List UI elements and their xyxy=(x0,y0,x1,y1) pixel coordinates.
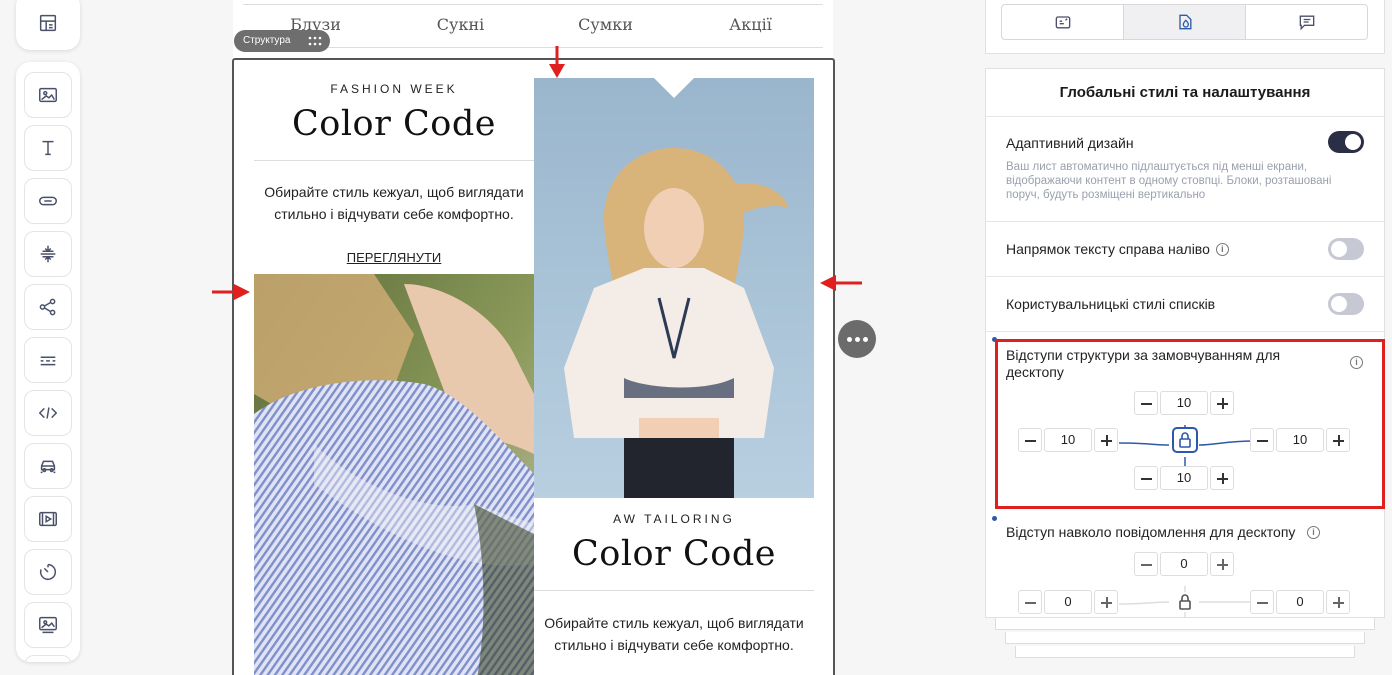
padding-left-value[interactable]: 10 xyxy=(1044,428,1092,452)
padding-top-value[interactable]: 10 xyxy=(1160,391,1208,415)
structure-tag-label: Структура xyxy=(243,35,291,46)
right-headline: Color Code xyxy=(572,534,776,574)
arrow-down-icon xyxy=(549,46,565,78)
increase-button[interactable] xyxy=(1210,391,1234,415)
structure-tag[interactable]: Структура xyxy=(234,30,330,52)
message-padding-block: Відступ навколо повідомлення для десктоп… xyxy=(995,522,1385,618)
more-tools-icon[interactable] xyxy=(24,655,72,662)
decrease-button[interactable] xyxy=(1250,590,1274,614)
structure-padding-top: 10 xyxy=(1134,391,1234,415)
rtl-label: Напрямок тексту справа наліво xyxy=(1006,241,1210,257)
panel-title: Глобальні стилі та налаштування xyxy=(986,69,1384,117)
decrease-button[interactable] xyxy=(1250,428,1274,452)
comments-tab[interactable] xyxy=(1246,5,1367,39)
lock-icon[interactable] xyxy=(1172,589,1198,615)
banner-icon[interactable] xyxy=(24,602,72,648)
panel-stack-edge xyxy=(1005,632,1365,644)
left-divider xyxy=(254,160,534,161)
increase-button[interactable] xyxy=(1210,552,1234,576)
adaptive-label: Адаптивний дизайн xyxy=(1006,135,1134,151)
section-marker xyxy=(992,516,997,521)
car-icon[interactable] xyxy=(24,443,72,489)
increase-button[interactable] xyxy=(1326,590,1350,614)
button-icon[interactable] xyxy=(24,178,72,224)
adaptive-toggle[interactable] xyxy=(1328,131,1364,153)
video-icon[interactable] xyxy=(24,496,72,542)
padding-right-value[interactable]: 10 xyxy=(1276,428,1324,452)
message-padding-top-value[interactable]: 0 xyxy=(1160,552,1208,576)
lists-toggle[interactable] xyxy=(1328,293,1364,315)
message-padding-left: 0 xyxy=(1018,590,1118,614)
arrow-left-icon xyxy=(820,275,862,291)
email-menu-bar: Блузи Сукні Сумки Акції xyxy=(243,4,823,48)
decrease-button[interactable] xyxy=(1018,590,1042,614)
increase-button[interactable] xyxy=(1326,428,1350,452)
divider-icon[interactable] xyxy=(24,337,72,383)
left-kicker: FASHION WEEK xyxy=(330,82,458,96)
left-column[interactable]: FASHION WEEK Color Code Обирайте стиль к… xyxy=(254,60,534,675)
panel-tabs xyxy=(1001,4,1368,40)
tool-rail-top xyxy=(16,0,80,50)
message-padding-left-value[interactable]: 0 xyxy=(1044,590,1092,614)
panel-stack-edge xyxy=(1015,646,1355,658)
left-headline: Color Code xyxy=(292,104,496,144)
increase-button[interactable] xyxy=(1094,428,1118,452)
rtl-toggle[interactable] xyxy=(1328,238,1364,260)
rtl-row: Напрямок тексту справа наліво i xyxy=(986,222,1384,277)
increase-button[interactable] xyxy=(1210,466,1234,490)
blouse-photo[interactable] xyxy=(254,274,534,675)
text-icon[interactable] xyxy=(24,125,72,171)
menu-item[interactable]: Сумки xyxy=(533,5,678,47)
timer-icon[interactable] xyxy=(24,549,72,595)
increase-button[interactable] xyxy=(1094,590,1118,614)
decrease-button[interactable] xyxy=(1134,466,1158,490)
padding-bottom-value[interactable]: 10 xyxy=(1160,466,1208,490)
structure-padding-label: Відступи структури за замовчуванням для … xyxy=(1006,347,1281,380)
left-body-text: Обирайте стиль кежуал, щоб виглядати сти… xyxy=(264,184,524,222)
right-body-text: Обирайте стиль кежуал, щоб виглядати сти… xyxy=(544,615,804,653)
menu-item[interactable]: Сукні xyxy=(388,5,533,47)
structure-padding-right: 10 xyxy=(1250,428,1350,452)
decrease-button[interactable] xyxy=(1134,552,1158,576)
structure-padding-left: 10 xyxy=(1018,428,1118,452)
right-divider xyxy=(534,590,814,591)
message-padding-right: 0 xyxy=(1250,590,1350,614)
lists-label: Користувальницькі стилі списків xyxy=(1006,296,1216,312)
social-icon[interactable] xyxy=(24,284,72,330)
content-tab-icon xyxy=(1055,16,1070,29)
comments-tab-icon xyxy=(1299,15,1314,31)
html-icon[interactable] xyxy=(24,390,72,436)
lock-icon[interactable] xyxy=(1172,427,1198,453)
arrow-right-icon xyxy=(212,284,250,300)
adaptive-row: Адаптивний дизайн Ваш лист автоматично п… xyxy=(986,117,1384,222)
styles-tab-icon xyxy=(1178,14,1191,30)
lists-row: Користувальницькі стилі списків xyxy=(986,277,1384,332)
adaptive-description: Ваш лист автоматично підлаштується під м… xyxy=(1006,161,1332,201)
email-structure[interactable]: FASHION WEEK Color Code Обирайте стиль к… xyxy=(232,58,835,675)
message-padding-label: Відступ навколо повідомлення для десктоп… xyxy=(1006,524,1296,540)
structure-padding-bottom: 10 xyxy=(1134,466,1234,490)
message-padding-top: 0 xyxy=(1134,552,1234,576)
decrease-button[interactable] xyxy=(1134,391,1158,415)
structure-padding-block: Відступи структури за замовчуванням для … xyxy=(995,345,1385,505)
menu-item[interactable]: Акції xyxy=(678,5,823,47)
spacer-icon[interactable] xyxy=(24,231,72,277)
styles-tab[interactable] xyxy=(1124,5,1246,39)
content-tab[interactable] xyxy=(1002,5,1124,39)
model-photo[interactable] xyxy=(534,78,814,498)
info-icon[interactable]: i xyxy=(1307,526,1320,539)
info-icon[interactable]: i xyxy=(1350,356,1363,369)
message-padding-right-value[interactable]: 0 xyxy=(1276,590,1324,614)
template-icon[interactable] xyxy=(28,4,68,42)
right-column[interactable]: AW TAILORING Color Code Обирайте стиль к… xyxy=(534,78,814,675)
right-kicker: AW TAILORING xyxy=(613,512,735,526)
drag-handle-icon[interactable] xyxy=(308,36,322,46)
tool-rail xyxy=(16,62,80,662)
more-options-button[interactable] xyxy=(838,320,876,358)
view-link[interactable]: ПЕРЕГЛЯНУТИ xyxy=(254,250,534,265)
image-icon[interactable] xyxy=(24,72,72,118)
decrease-button[interactable] xyxy=(1018,428,1042,452)
info-icon[interactable]: i xyxy=(1215,243,1229,257)
panel-stack-edge xyxy=(995,618,1375,630)
